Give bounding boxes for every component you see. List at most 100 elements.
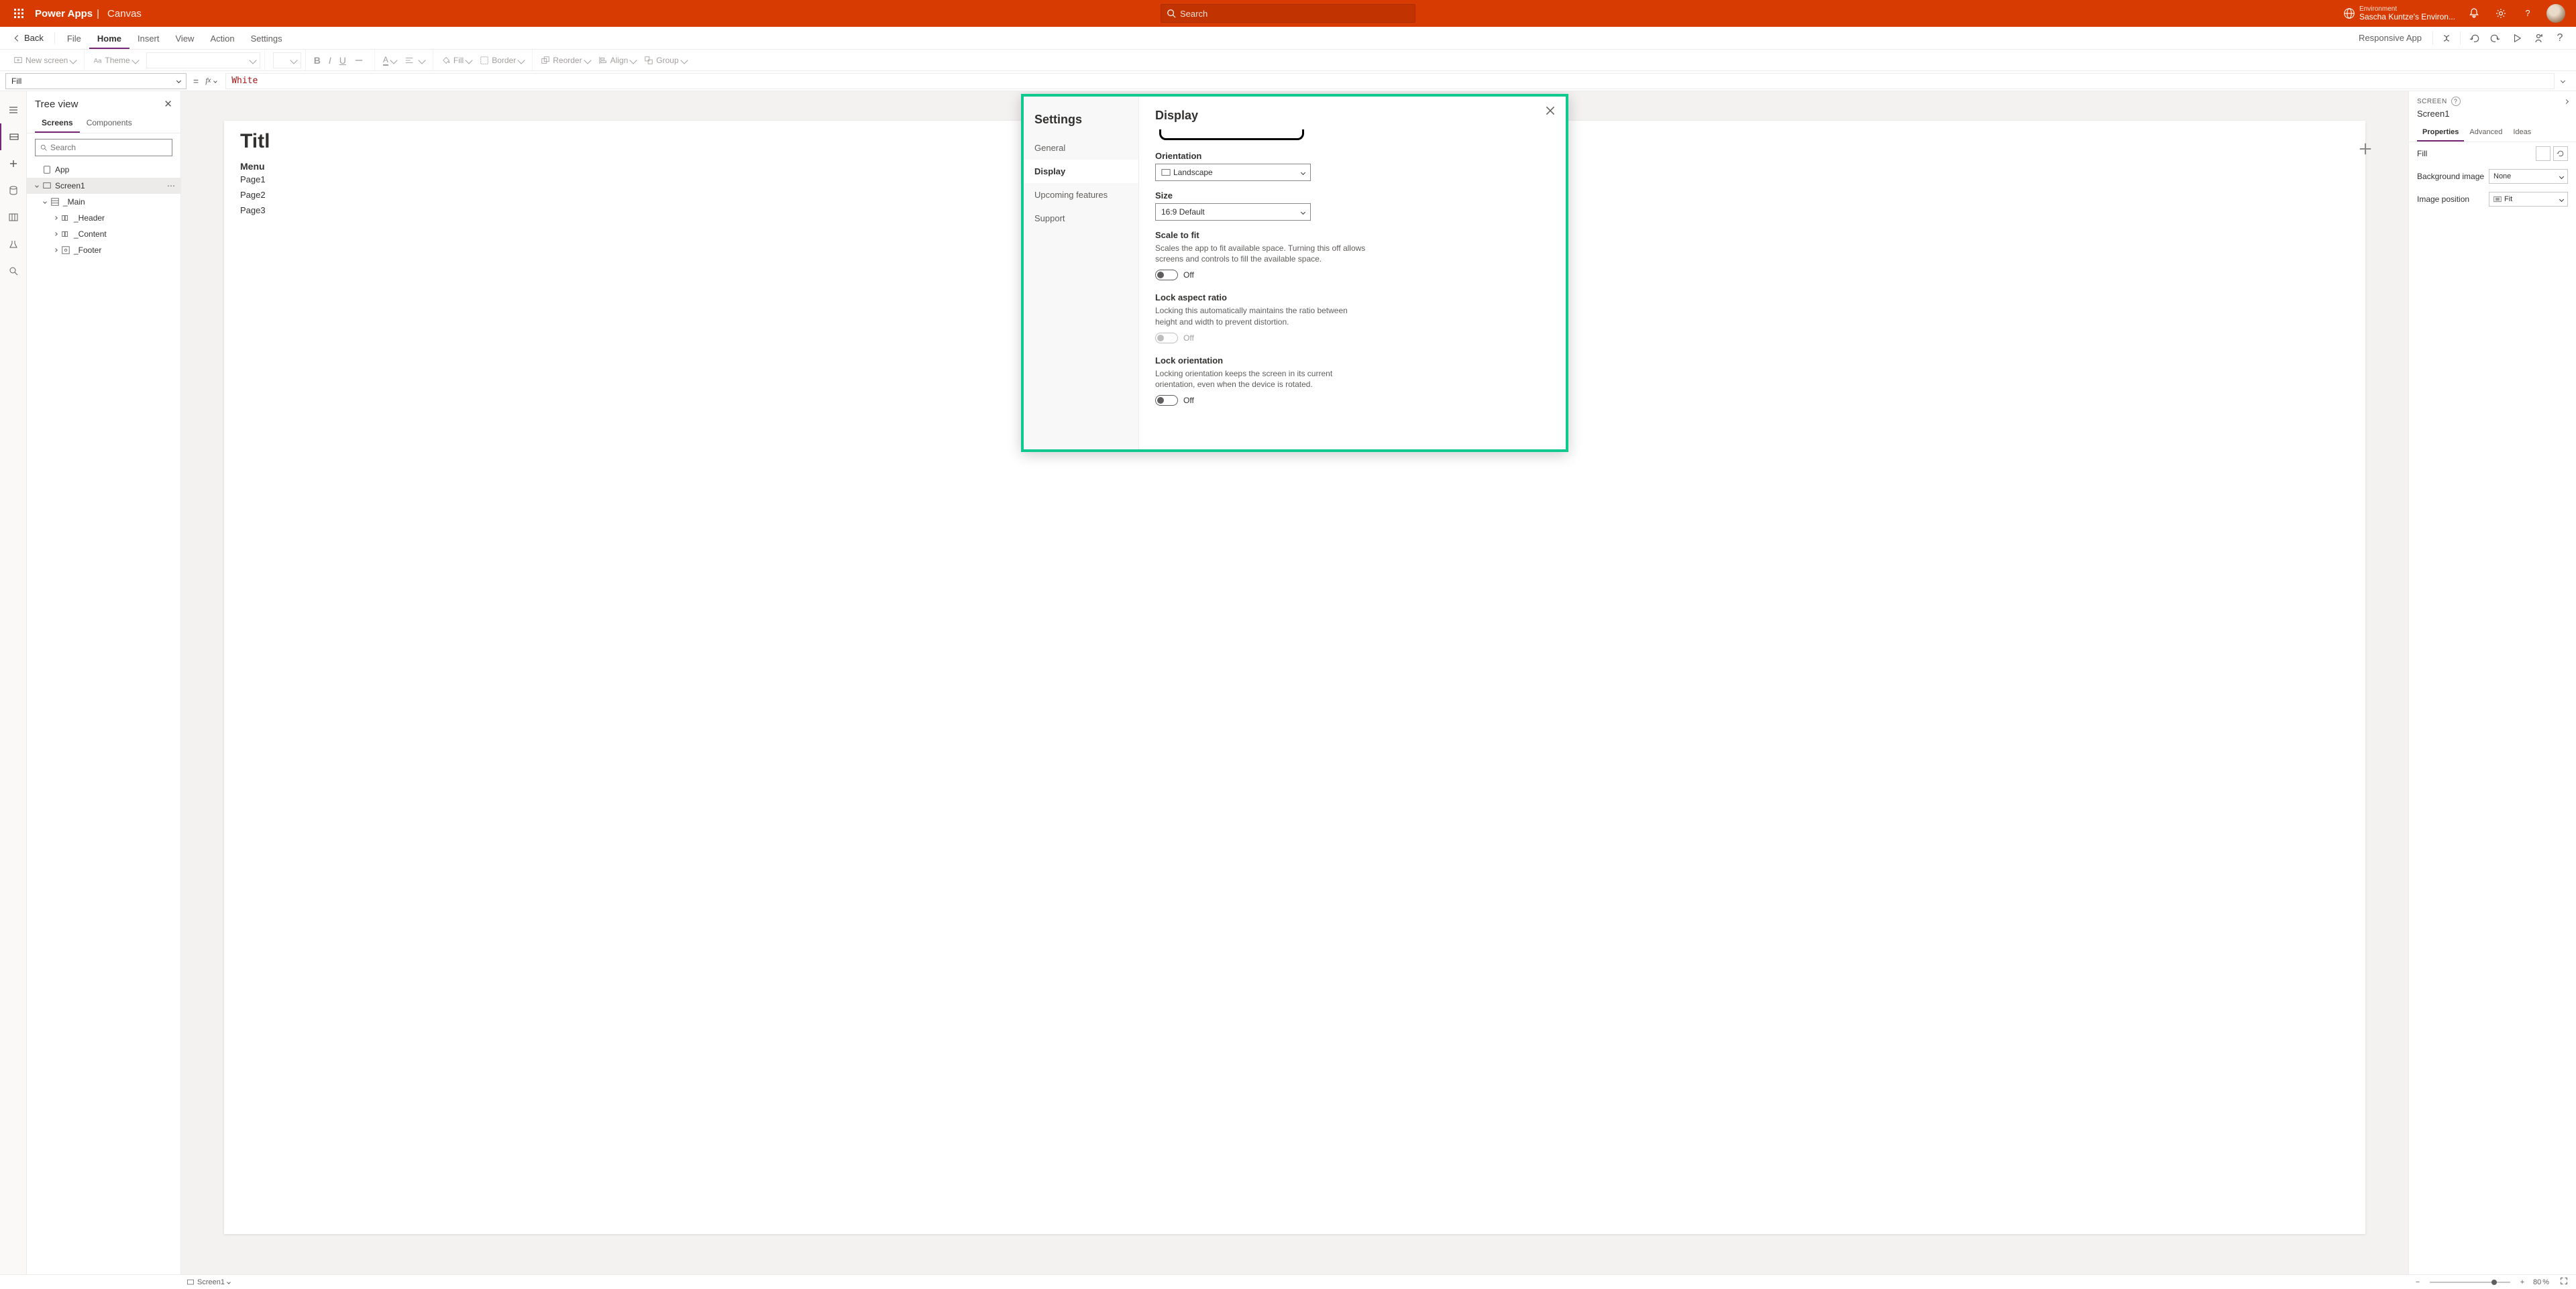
undo-icon[interactable] [2463,27,2485,49]
play-icon[interactable] [2506,27,2528,49]
tree-tab-components[interactable]: Components [80,113,139,133]
tree-search-input[interactable] [50,143,168,152]
dialog-close-icon[interactable] [1544,105,1556,119]
tab-insert[interactable]: Insert [129,30,168,49]
rail-media-icon[interactable] [0,204,27,231]
tree-search[interactable] [35,139,172,156]
rail-tools-icon[interactable] [0,231,27,258]
property-selector[interactable]: Fill [5,73,186,89]
reorder-button[interactable]: Reorder [537,50,594,70]
orientation-dropdown[interactable]: Landscape [1155,164,1311,181]
brand-name[interactable]: Power Apps [32,8,93,19]
global-search[interactable] [1161,4,1415,23]
underline-button[interactable]: U [335,50,350,70]
bold-button[interactable]: B [310,50,325,70]
zoom-thumb[interactable] [2491,1280,2497,1285]
app-name-label[interactable]: Responsive App [2359,33,2422,43]
info-icon[interactable]: ? [2451,97,2461,106]
tree-node-app[interactable]: App [27,162,180,178]
fill-button[interactable]: Fill [437,50,476,70]
settings-nav-general[interactable]: General [1024,136,1138,160]
notifications-icon[interactable] [2461,0,2487,27]
rail-insert-icon[interactable] [0,150,27,177]
rail-search-icon[interactable] [0,258,27,284]
fill-color-swatch[interactable] [2536,146,2551,161]
app-launcher-icon[interactable] [5,8,32,19]
help-ribbon-icon[interactable]: ? [2549,27,2571,49]
rtab-ideas[interactable]: Ideas [2508,124,2536,142]
settings-nav-display[interactable]: Display [1024,160,1138,183]
tree-node-screen1[interactable]: Screen1 ⋯ [27,178,180,194]
tree-chevron-icon[interactable] [51,233,60,235]
redo-icon[interactable] [2485,27,2506,49]
rail-hamburger-icon[interactable] [0,97,27,123]
panel-expand-icon[interactable] [2565,98,2568,105]
global-search-input[interactable] [1180,9,1409,19]
tab-file[interactable]: File [59,30,89,49]
italic-button[interactable]: I [325,50,335,70]
status-screen[interactable]: Screen1 [197,1278,225,1286]
tree-tab-screens[interactable]: Screens [35,113,80,133]
zoom-in-button[interactable]: + [2516,1278,2529,1286]
font-size-dropdown[interactable] [273,52,301,68]
rail-data-icon[interactable] [0,177,27,204]
font-family-dropdown[interactable] [146,52,260,68]
back-button[interactable]: Back [5,27,50,49]
chevron-down-icon [2559,197,2564,201]
left-rail [0,91,27,1274]
settings-nav-support[interactable]: Support [1024,207,1138,230]
tree-title: Tree view [35,99,78,110]
text-align-button[interactable] [400,50,429,70]
zoom-out-button[interactable]: − [2411,1278,2424,1286]
new-screen-button[interactable]: New screen [9,50,80,70]
tab-home[interactable]: Home [89,30,129,49]
img-position-dropdown[interactable]: Fit [2489,192,2568,207]
size-value: 16:9 Default [1161,207,1205,217]
environment-picker[interactable]: Environment Sascha Kuntze's Environ... [2343,5,2455,21]
fit-screen-icon[interactable] [2557,1277,2571,1287]
theme-button[interactable]: Aa Theme [89,50,142,70]
settings-nav-upcoming[interactable]: Upcoming features [1024,183,1138,207]
tree-close-icon[interactable]: ✕ [164,98,172,110]
font-color-button[interactable]: A [379,50,400,70]
canvas-add-icon[interactable] [2356,139,2375,158]
tab-settings[interactable]: Settings [243,30,290,49]
tree-chevron-icon[interactable] [40,201,50,203]
align-button[interactable]: Align [594,50,641,70]
tree-node-header[interactable]: _Header [27,210,180,226]
size-dropdown[interactable]: 16:9 Default [1155,203,1311,221]
bg-image-label: Background image [2417,172,2484,181]
rail-treeview-icon[interactable] [0,123,27,150]
strikethrough-button[interactable] [350,50,370,70]
share-icon[interactable] [2528,27,2549,49]
tree-more-icon[interactable]: ⋯ [167,181,175,190]
tree-node-main[interactable]: _Main [27,194,180,210]
help-icon[interactable]: ? [2514,0,2541,27]
tree-content-label: _Content [74,229,107,239]
tree-node-content[interactable]: _Content [27,226,180,242]
fill-reset-icon[interactable] [2553,146,2568,161]
tree-chevron-icon[interactable] [51,217,60,219]
tree-node-footer[interactable]: _Footer [27,242,180,258]
user-avatar[interactable] [2546,4,2565,23]
fx-icon[interactable]: fx [205,76,225,86]
border-button[interactable]: Border [476,50,528,70]
tree-chevron-icon[interactable] [51,249,60,251]
lock-orient-toggle[interactable] [1155,395,1178,406]
app-checker-icon[interactable] [2436,27,2457,49]
zoom-slider[interactable] [2430,1282,2510,1283]
formula-input[interactable]: White [225,73,2555,89]
rtab-properties[interactable]: Properties [2417,124,2464,142]
chevron-down-icon[interactable] [227,1280,231,1284]
settings-gear-icon[interactable] [2487,0,2514,27]
tab-view[interactable]: View [168,30,203,49]
canvas-viewport: Titl Menu Page1 Page2 Page3 Settings Gen… [181,91,2408,1274]
ribbon-menu: Back File Home Insert View Action Settin… [0,27,2576,50]
scale-toggle[interactable] [1155,270,1178,280]
rtab-advanced[interactable]: Advanced [2464,124,2508,142]
tab-action[interactable]: Action [202,30,242,49]
group-button[interactable]: Group [640,50,690,70]
bg-image-dropdown[interactable]: None [2489,169,2568,184]
tree-chevron-icon[interactable] [32,184,42,187]
expand-formula-icon[interactable] [2555,79,2571,82]
